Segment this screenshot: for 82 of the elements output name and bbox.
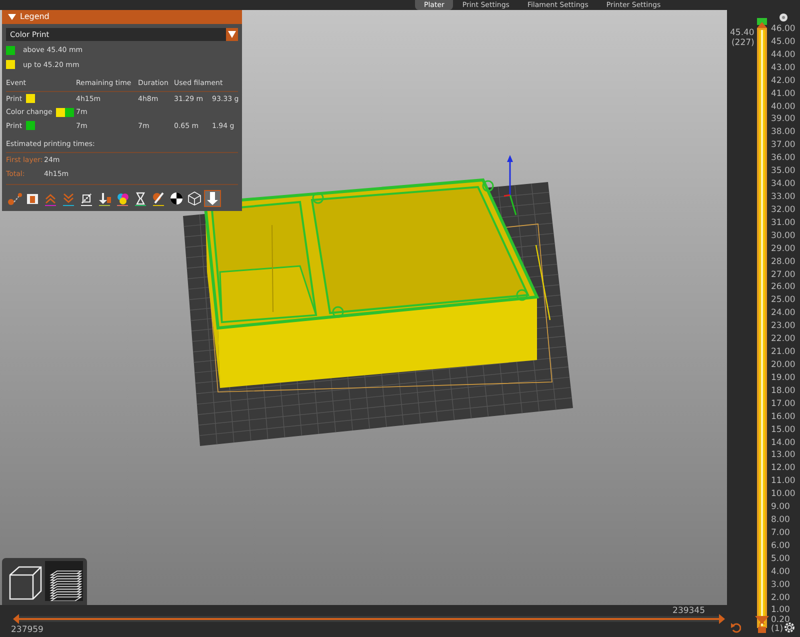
- height-tick-label: 36.00: [771, 153, 796, 164]
- height-tick-label: 40.00: [771, 102, 796, 112]
- center-of-gravity-icon: [169, 190, 184, 206]
- height-tick-label: 7.00: [771, 528, 791, 538]
- arrow-down-icon: [97, 190, 112, 206]
- height-tick-label: 19.00: [771, 372, 796, 383]
- lock-icon[interactable]: [757, 622, 767, 633]
- add-color-change-icon[interactable]: [779, 13, 788, 22]
- legend-header[interactable]: Legend: [2, 10, 242, 24]
- height-tick-label: 9.00: [771, 502, 791, 512]
- legend-title: Legend: [20, 11, 50, 23]
- height-tick-label: 17.00: [771, 398, 796, 409]
- height-tick-label: 20.00: [771, 360, 796, 370]
- height-tick-label: 25.00: [771, 295, 796, 306]
- height-tick-label: 33.00: [771, 192, 796, 202]
- upper-layer-number: (227): [730, 38, 754, 48]
- height-tick-label: 14.00: [771, 438, 796, 448]
- view-mode-button[interactable]: [45, 561, 83, 601]
- height-tick-label: 18.00: [771, 386, 796, 396]
- height-tick-label: 12.00: [771, 463, 796, 474]
- height-tick-label: 13.00: [771, 450, 796, 460]
- height-tick-label: 31.00: [771, 218, 796, 228]
- height-tick-label: 43.00: [771, 62, 796, 73]
- upper-move-thumb[interactable]: [719, 614, 725, 624]
- lower-thumb[interactable]: [754, 616, 770, 624]
- legend-option-button[interactable]: [169, 190, 184, 206]
- lower-move-value: 237959: [11, 624, 44, 637]
- height-tick-label: 16.00: [771, 412, 796, 422]
- height-tick-label: 11.00: [771, 476, 796, 486]
- travel-icon: [7, 190, 22, 206]
- height-tick-label: 41.00: [771, 88, 796, 99]
- legend-option-button[interactable]: [79, 190, 94, 206]
- height-tick-label: 23.00: [771, 321, 796, 332]
- height-tick-label: 44.00: [771, 50, 796, 60]
- wireframe-cube-icon: [187, 190, 202, 206]
- height-tick-label: 45.00: [771, 36, 796, 47]
- height-tick-label: 42.00: [771, 76, 796, 86]
- height-tick-label: 28.00: [771, 256, 796, 267]
- height-tick-label: 8.00: [771, 515, 791, 526]
- caret-icon: [228, 31, 236, 38]
- height-tick-label: 26.00: [771, 282, 796, 292]
- lower-move-thumb[interactable]: [13, 614, 19, 624]
- height-tick-label: 37.00: [771, 140, 796, 150]
- legend-option-button[interactable]: [151, 190, 166, 206]
- height-tick-label: 2.00: [771, 592, 791, 603]
- height-tick-label: 22.00: [771, 334, 796, 344]
- height-tick-label: 35.00: [771, 166, 796, 176]
- tool-marker-icon: [205, 190, 220, 206]
- height-tick-label: 27.00: [771, 270, 796, 280]
- upper-thumb[interactable]: [754, 18, 770, 28]
- height-tick-label: 29.00: [771, 244, 796, 254]
- height-tick-label: 15.00: [771, 424, 796, 435]
- collapse-arrow-icon[interactable]: [8, 13, 16, 21]
- height-tick-label: 34.00: [771, 179, 796, 190]
- height-tick-label: 39.00: [771, 114, 796, 124]
- color-wheel-icon: [115, 190, 130, 206]
- height-tick-label: 32.00: [771, 204, 796, 215]
- undo-icon[interactable]: [730, 622, 741, 633]
- pencil-icon: [151, 190, 166, 206]
- height-tick-label: 6.00: [771, 540, 791, 551]
- axes-drawing: [504, 155, 517, 216]
- height-tick-label: 21.00: [771, 347, 796, 358]
- legend-option-button[interactable]: [187, 190, 202, 206]
- height-tick-label: 38.00: [771, 127, 796, 138]
- height-tick-label: 3.00: [771, 580, 791, 590]
- chevrons-down-icon: [61, 190, 76, 206]
- height-tick-label: 1.00: [771, 605, 791, 616]
- lower-height-value: 0.20: [771, 616, 790, 625]
- height-tick-label: 10.00: [771, 489, 796, 500]
- legend-option-button[interactable]: [97, 190, 112, 206]
- height-tick-label: 4.00: [771, 566, 791, 577]
- seam-icon: [79, 190, 94, 206]
- settings-icon[interactable]: [784, 622, 795, 633]
- upper-move-value: 239345: [672, 605, 705, 618]
- height-tick-label: 46.00: [771, 24, 796, 34]
- height-tick-label: 24.00: [771, 308, 796, 318]
- hourglass-icon: [133, 190, 148, 206]
- lower-layer-number: (1): [771, 625, 784, 634]
- height-tick-label: 5.00: [771, 554, 791, 564]
- height-tick-label: 30.00: [771, 230, 796, 241]
- upper-height-value: 45.40: [730, 28, 754, 38]
- legend-option-button[interactable]: [133, 190, 148, 206]
